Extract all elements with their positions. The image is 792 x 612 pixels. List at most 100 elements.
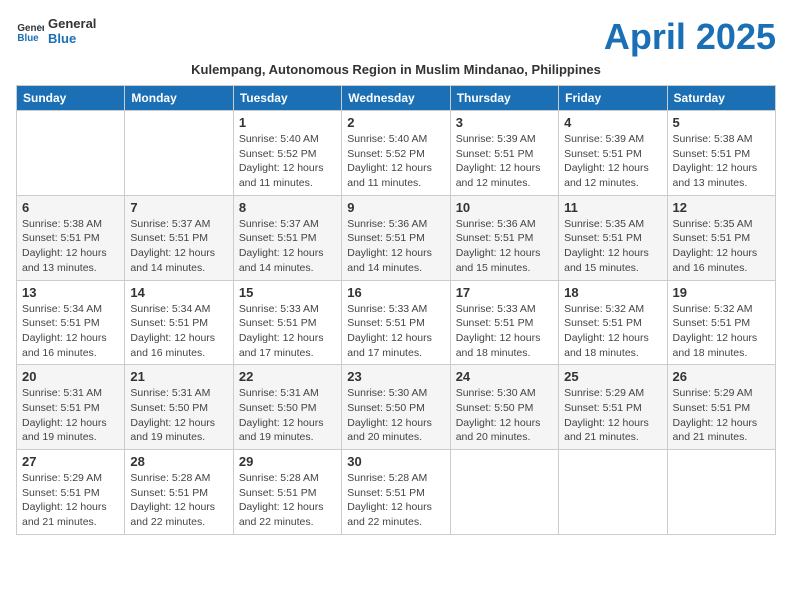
calendar-cell: 18Sunrise: 5:32 AM Sunset: 5:51 PM Dayli… bbox=[559, 280, 667, 365]
day-info: Sunrise: 5:39 AM Sunset: 5:51 PM Dayligh… bbox=[564, 132, 661, 191]
calendar-header-row: SundayMondayTuesdayWednesdayThursdayFrid… bbox=[17, 86, 776, 111]
day-info: Sunrise: 5:28 AM Sunset: 5:51 PM Dayligh… bbox=[239, 471, 336, 530]
day-info: Sunrise: 5:28 AM Sunset: 5:51 PM Dayligh… bbox=[130, 471, 227, 530]
calendar-cell: 25 Sunrise: 5:29 AM Sunset: 5:51 PM Dayli… bbox=[559, 365, 667, 450]
calendar-cell: 2 Sunrise: 5:40 AM Sunset: 5:52 PM Daylig… bbox=[342, 111, 450, 196]
day-number: 27 bbox=[22, 454, 119, 469]
day-info: Sunrise: 5:35 AM Sunset: 5:51 PM Dayligh… bbox=[673, 217, 770, 276]
day-number: 21 bbox=[130, 369, 227, 384]
day-info: Sunrise: 5:28 AM Sunset: 5:51 PM Dayligh… bbox=[347, 471, 444, 530]
day-number: 29 bbox=[239, 454, 336, 469]
day-number: 2 bbox=[347, 115, 444, 130]
svg-text:Blue: Blue bbox=[17, 33, 39, 44]
day-info: Sunrise: 5:33 AM Sunset: 5:51 PM Dayligh… bbox=[347, 302, 444, 361]
day-info: Sunrise: 5:34 AM Sunset: 5:51 PM Dayligh… bbox=[130, 302, 227, 361]
day-info: Sunrise: 5:31 AM Sunset: 5:50 PM Dayligh… bbox=[130, 386, 227, 445]
calendar-week-row: 1 Sunrise: 5:40 AM Sunset: 5:52 PM Daylig… bbox=[17, 111, 776, 196]
column-header-thursday: Thursday bbox=[450, 86, 558, 111]
calendar-cell: 26 Sunrise: 5:29 AM Sunset: 5:51 PM Dayli… bbox=[667, 365, 775, 450]
calendar-week-row: 20Sunrise: 5:31 AM Sunset: 5:51 PM Dayli… bbox=[17, 365, 776, 450]
logo-text-general: General bbox=[48, 16, 96, 31]
column-header-sunday: Sunday bbox=[17, 86, 125, 111]
calendar-cell: 29 Sunrise: 5:28 AM Sunset: 5:51 PM Dayli… bbox=[233, 450, 341, 535]
day-number: 16 bbox=[347, 285, 444, 300]
day-info: Sunrise: 5:29 AM Sunset: 5:51 PM Dayligh… bbox=[673, 386, 770, 445]
day-number: 26 bbox=[673, 369, 770, 384]
day-info: Sunrise: 5:37 AM Sunset: 5:51 PM Dayligh… bbox=[239, 217, 336, 276]
calendar-cell: 13 Sunrise: 5:34 AM Sunset: 5:51 PM Dayli… bbox=[17, 280, 125, 365]
calendar-cell: 23 Sunrise: 5:30 AM Sunset: 5:50 PM Dayli… bbox=[342, 365, 450, 450]
day-number: 12 bbox=[673, 200, 770, 215]
day-info: Sunrise: 5:40 AM Sunset: 5:52 PM Dayligh… bbox=[347, 132, 444, 191]
day-number: 10 bbox=[456, 200, 553, 215]
calendar-cell: 17 Sunrise: 5:33 AM Sunset: 5:51 PM Dayli… bbox=[450, 280, 558, 365]
day-number: 4 bbox=[564, 115, 661, 130]
calendar-cell: 12 Sunrise: 5:35 AM Sunset: 5:51 PM Dayli… bbox=[667, 195, 775, 280]
day-info: Sunrise: 5:29 AM Sunset: 5:51 PM Dayligh… bbox=[564, 386, 661, 445]
calendar-cell: 10Sunrise: 5:36 AM Sunset: 5:51 PM Dayli… bbox=[450, 195, 558, 280]
day-number: 23 bbox=[347, 369, 444, 384]
calendar-cell: 22 Sunrise: 5:31 AM Sunset: 5:50 PM Dayli… bbox=[233, 365, 341, 450]
day-number: 20 bbox=[22, 369, 119, 384]
day-info: Sunrise: 5:34 AM Sunset: 5:51 PM Dayligh… bbox=[22, 302, 119, 361]
calendar-cell: 24 Sunrise: 5:30 AM Sunset: 5:50 PM Dayli… bbox=[450, 365, 558, 450]
day-number: 13 bbox=[22, 285, 119, 300]
day-info: Sunrise: 5:33 AM Sunset: 5:51 PM Dayligh… bbox=[239, 302, 336, 361]
column-header-friday: Friday bbox=[559, 86, 667, 111]
calendar-cell bbox=[450, 450, 558, 535]
day-info: Sunrise: 5:32 AM Sunset: 5:51 PM Dayligh… bbox=[673, 302, 770, 361]
calendar-cell bbox=[559, 450, 667, 535]
calendar-cell: 8Sunrise: 5:37 AM Sunset: 5:51 PM Daylig… bbox=[233, 195, 341, 280]
day-number: 14 bbox=[130, 285, 227, 300]
day-number: 25 bbox=[564, 369, 661, 384]
day-number: 22 bbox=[239, 369, 336, 384]
day-info: Sunrise: 5:35 AM Sunset: 5:51 PM Dayligh… bbox=[564, 217, 661, 276]
calendar-cell: 28 Sunrise: 5:28 AM Sunset: 5:51 PM Dayli… bbox=[125, 450, 233, 535]
day-number: 5 bbox=[673, 115, 770, 130]
calendar-cell: 6 Sunrise: 5:38 AM Sunset: 5:51 PM Daylig… bbox=[17, 195, 125, 280]
calendar-cell: 4 Sunrise: 5:39 AM Sunset: 5:51 PM Daylig… bbox=[559, 111, 667, 196]
logo: General Blue General Blue bbox=[16, 16, 96, 46]
calendar-cell: 20Sunrise: 5:31 AM Sunset: 5:51 PM Dayli… bbox=[17, 365, 125, 450]
calendar-cell: 21 Sunrise: 5:31 AM Sunset: 5:50 PM Dayli… bbox=[125, 365, 233, 450]
calendar-cell: 3 Sunrise: 5:39 AM Sunset: 5:51 PM Daylig… bbox=[450, 111, 558, 196]
day-info: Sunrise: 5:38 AM Sunset: 5:51 PM Dayligh… bbox=[22, 217, 119, 276]
calendar-cell: 15 Sunrise: 5:33 AM Sunset: 5:51 PM Dayli… bbox=[233, 280, 341, 365]
day-number: 1 bbox=[239, 115, 336, 130]
day-number: 6 bbox=[22, 200, 119, 215]
day-info: Sunrise: 5:32 AM Sunset: 5:51 PM Dayligh… bbox=[564, 302, 661, 361]
calendar-week-row: 13 Sunrise: 5:34 AM Sunset: 5:51 PM Dayli… bbox=[17, 280, 776, 365]
calendar-subtitle: Kulempang, Autonomous Region in Muslim M… bbox=[16, 62, 776, 77]
calendar-cell: 30 Sunrise: 5:28 AM Sunset: 5:51 PM Dayli… bbox=[342, 450, 450, 535]
day-number: 19 bbox=[673, 285, 770, 300]
day-info: Sunrise: 5:30 AM Sunset: 5:50 PM Dayligh… bbox=[456, 386, 553, 445]
calendar-week-row: 27 Sunrise: 5:29 AM Sunset: 5:51 PM Dayli… bbox=[17, 450, 776, 535]
logo-text-blue: Blue bbox=[48, 31, 96, 46]
day-number: 17 bbox=[456, 285, 553, 300]
day-number: 30 bbox=[347, 454, 444, 469]
calendar-table: SundayMondayTuesdayWednesdayThursdayFrid… bbox=[16, 85, 776, 535]
day-number: 28 bbox=[130, 454, 227, 469]
calendar-cell: 16 Sunrise: 5:33 AM Sunset: 5:51 PM Dayli… bbox=[342, 280, 450, 365]
day-info: Sunrise: 5:31 AM Sunset: 5:50 PM Dayligh… bbox=[239, 386, 336, 445]
calendar-cell: 27 Sunrise: 5:29 AM Sunset: 5:51 PM Dayli… bbox=[17, 450, 125, 535]
day-info: Sunrise: 5:40 AM Sunset: 5:52 PM Dayligh… bbox=[239, 132, 336, 191]
column-header-tuesday: Tuesday bbox=[233, 86, 341, 111]
day-info: Sunrise: 5:38 AM Sunset: 5:51 PM Dayligh… bbox=[673, 132, 770, 191]
day-info: Sunrise: 5:36 AM Sunset: 5:51 PM Dayligh… bbox=[347, 217, 444, 276]
day-info: Sunrise: 5:30 AM Sunset: 5:50 PM Dayligh… bbox=[347, 386, 444, 445]
day-number: 9 bbox=[347, 200, 444, 215]
calendar-cell: 7Sunrise: 5:37 AM Sunset: 5:51 PM Daylig… bbox=[125, 195, 233, 280]
day-info: Sunrise: 5:29 AM Sunset: 5:51 PM Dayligh… bbox=[22, 471, 119, 530]
day-number: 24 bbox=[456, 369, 553, 384]
day-info: Sunrise: 5:33 AM Sunset: 5:51 PM Dayligh… bbox=[456, 302, 553, 361]
calendar-cell: 19 Sunrise: 5:32 AM Sunset: 5:51 PM Dayli… bbox=[667, 280, 775, 365]
column-header-monday: Monday bbox=[125, 86, 233, 111]
day-number: 3 bbox=[456, 115, 553, 130]
calendar-cell: 1 Sunrise: 5:40 AM Sunset: 5:52 PM Daylig… bbox=[233, 111, 341, 196]
calendar-cell: 14 Sunrise: 5:34 AM Sunset: 5:51 PM Dayli… bbox=[125, 280, 233, 365]
day-number: 15 bbox=[239, 285, 336, 300]
day-number: 11 bbox=[564, 200, 661, 215]
calendar-cell bbox=[125, 111, 233, 196]
day-info: Sunrise: 5:39 AM Sunset: 5:51 PM Dayligh… bbox=[456, 132, 553, 191]
